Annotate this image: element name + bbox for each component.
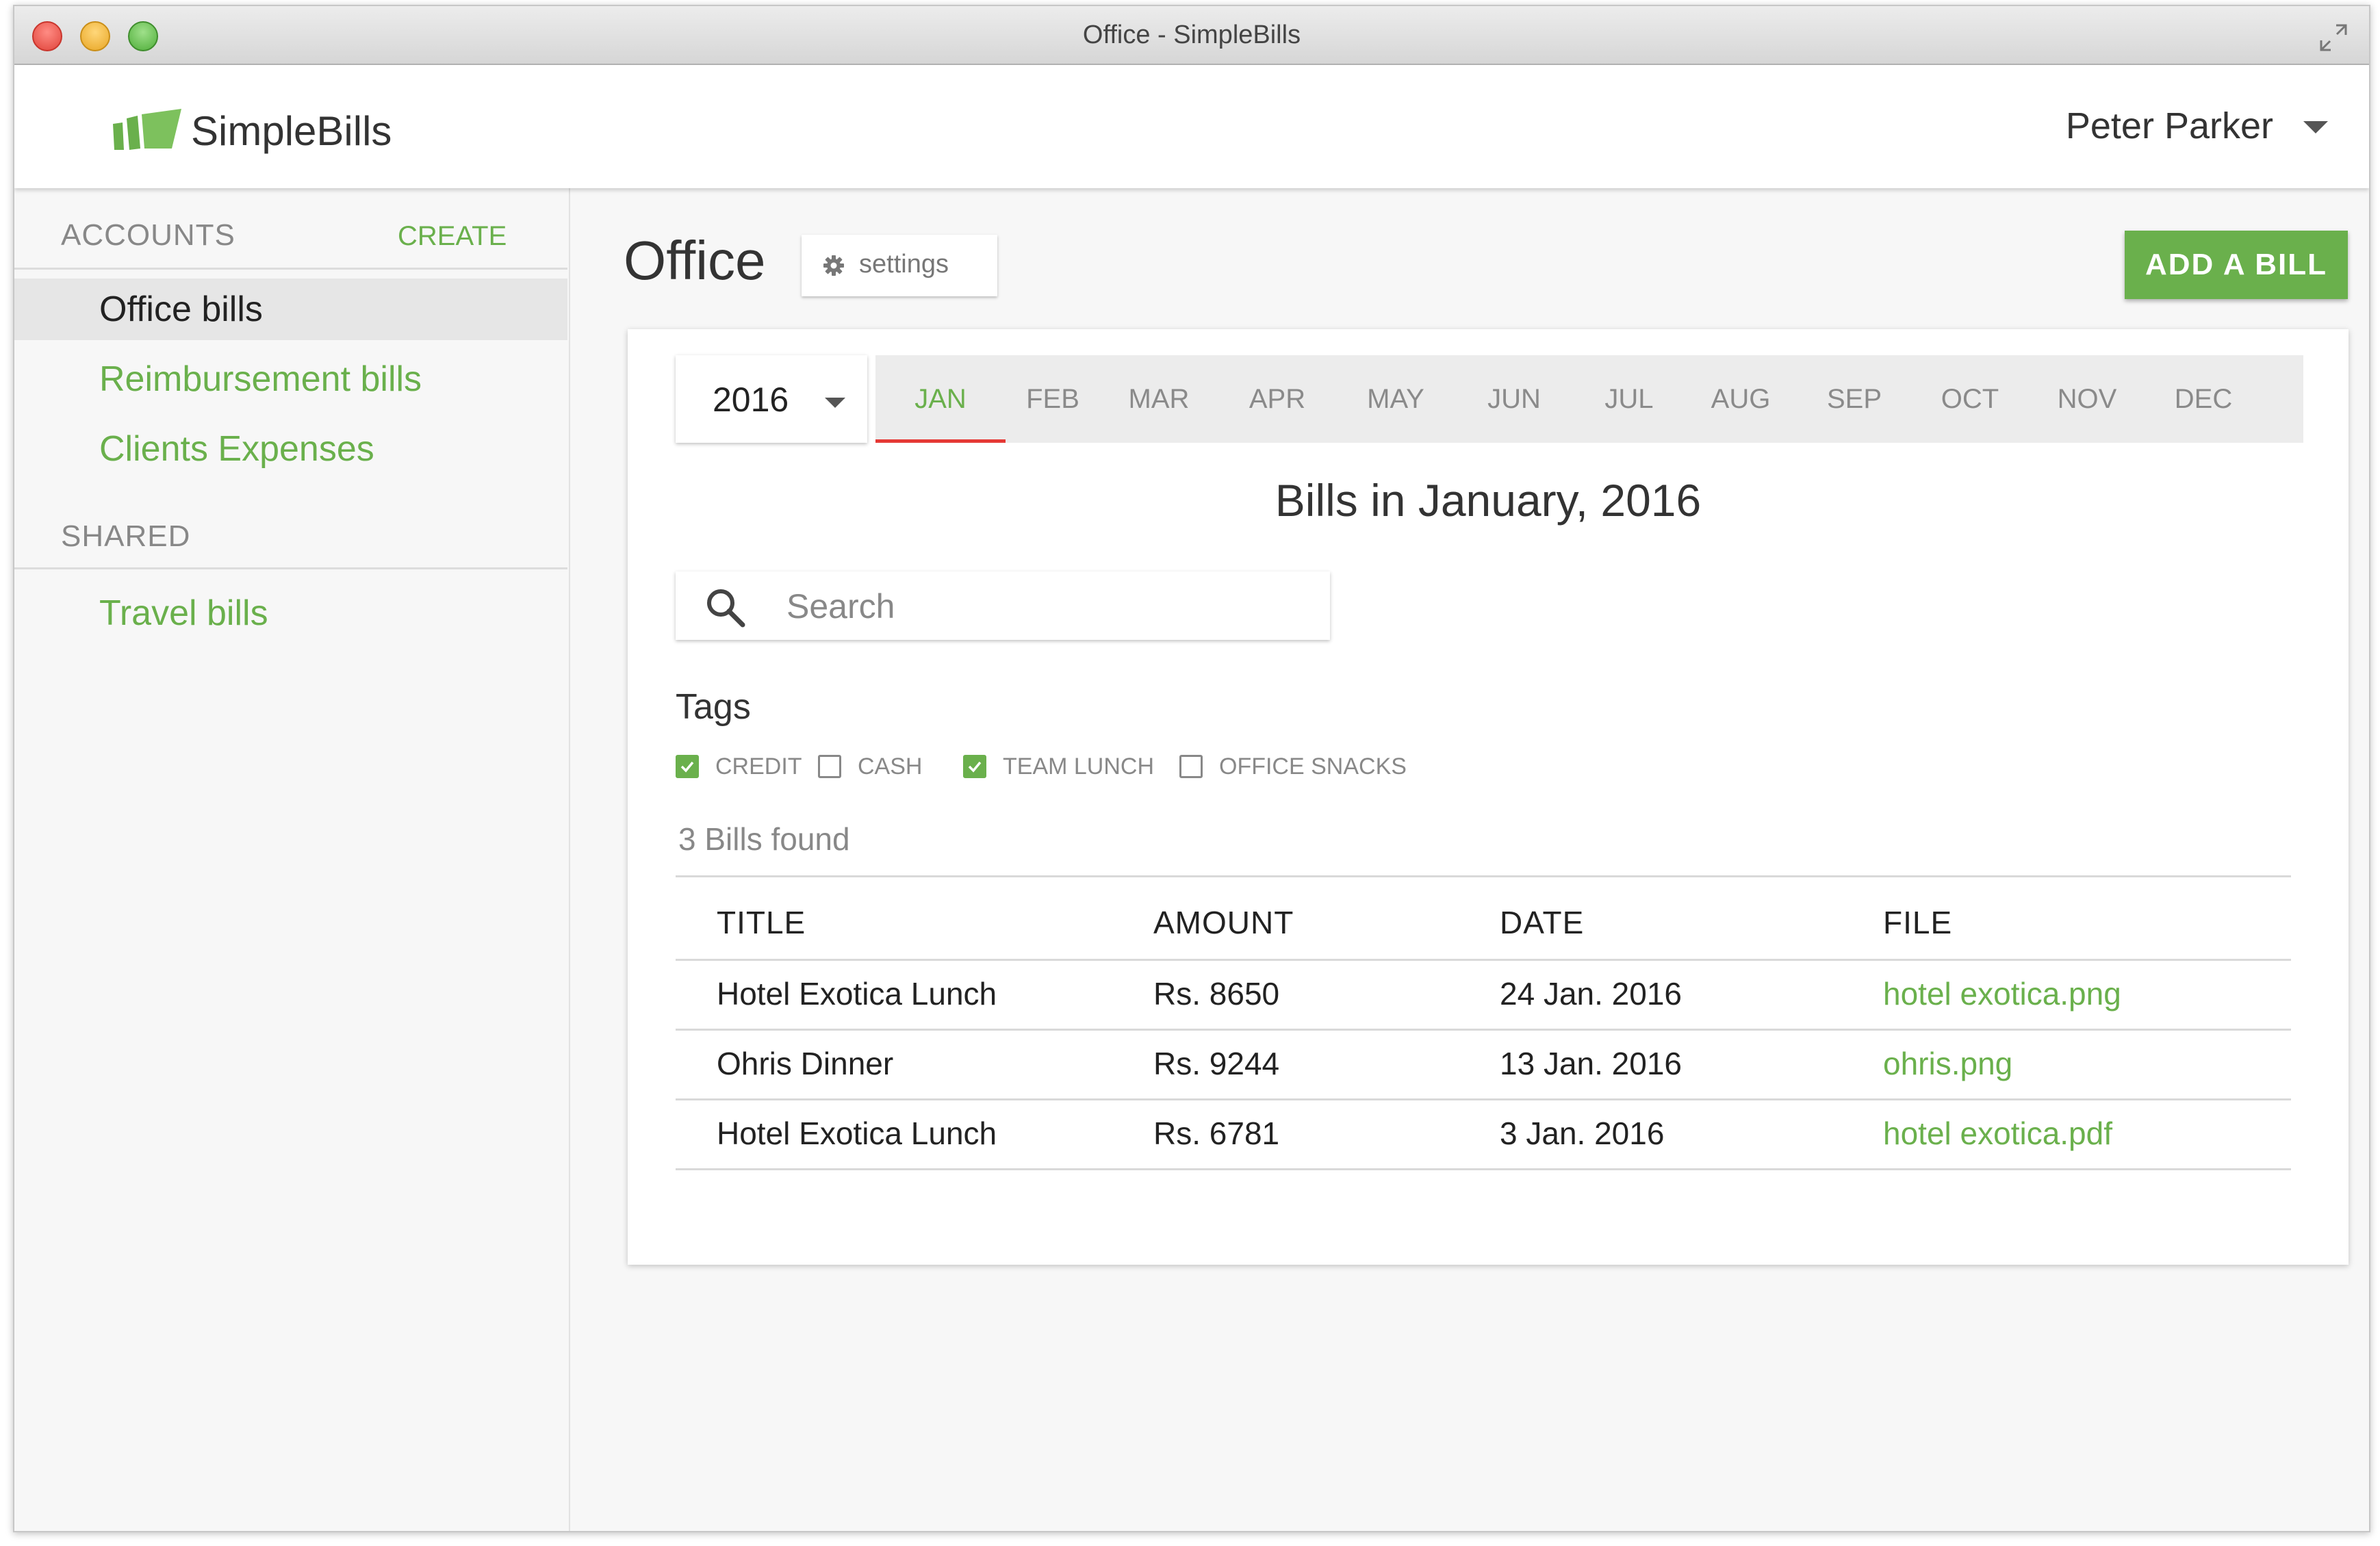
sidebar-item-office-bills[interactable]: Office bills [14, 279, 567, 340]
year-select[interactable]: 2016 [676, 355, 867, 443]
tag-label: OFFICE SNACKS [1219, 753, 1407, 780]
shared-heading: SHARED [61, 519, 191, 553]
cell-amount: Rs. 6781 [1153, 1116, 1280, 1151]
settings-label: settings [859, 250, 949, 279]
settings-button[interactable]: settings [802, 235, 997, 296]
divider [14, 268, 567, 270]
tab-dec[interactable]: DEC [2146, 355, 2261, 443]
column-header-date[interactable]: DATE [1500, 904, 1584, 941]
search-input[interactable] [785, 584, 1308, 629]
tab-may[interactable]: MAY [1337, 355, 1455, 443]
tab-feb[interactable]: FEB [1006, 355, 1100, 443]
create-account-link[interactable]: CREATE [398, 221, 507, 252]
results-count: 3 Bills found [678, 821, 850, 857]
tab-sep[interactable]: SEP [1797, 355, 1912, 443]
cell-amount: Rs. 8650 [1153, 976, 1280, 1012]
sidebar-item-reimbursement-bills[interactable]: Reimbursement bills [14, 348, 567, 410]
column-header-amount[interactable]: AMOUNT [1153, 904, 1294, 941]
gear-icon [823, 255, 844, 276]
tag-label: CREDIT [715, 753, 802, 780]
bills-card: 2016 JAN FEB MAR APR MAY JUN JUL AUG SEP… [628, 329, 2349, 1265]
tag-label: TEAM LUNCH [1003, 753, 1155, 780]
column-header-file[interactable]: FILE [1883, 904, 1952, 941]
fullscreen-icon[interactable] [2318, 23, 2349, 53]
simplebills-logo-icon [113, 109, 181, 150]
sidebar-item-travel-bills[interactable]: Travel bills [14, 582, 567, 644]
divider [676, 1168, 2291, 1170]
cell-date: 13 Jan. 2016 [1500, 1046, 1682, 1081]
tag-label: CASH [858, 753, 923, 780]
month-tabs: JAN FEB MAR APR MAY JUN JUL AUG SEP OCT … [875, 355, 2303, 443]
sidebar-item-label: Office bills [99, 289, 263, 329]
tab-aug[interactable]: AUG [1685, 355, 1797, 443]
cell-title: Ohris Dinner [717, 1046, 894, 1081]
sidebar-item-label: Reimbursement bills [99, 359, 422, 399]
tab-jun[interactable]: JUN [1455, 355, 1574, 443]
cell-title: Hotel Exotica Lunch [717, 1116, 997, 1151]
divider [676, 1098, 2291, 1100]
caret-down-icon[interactable] [2303, 121, 2328, 133]
file-link[interactable]: ohris.png [1883, 1045, 2012, 1082]
sidebar-item-label: Clients Expenses [99, 429, 374, 469]
cell-date: 3 Jan. 2016 [1500, 1116, 1665, 1151]
file-link[interactable]: hotel exotica.pdf [1883, 1115, 2112, 1152]
divider [676, 959, 2291, 961]
tab-jan[interactable]: JAN [875, 355, 1006, 443]
column-header-title[interactable]: TITLE [717, 904, 806, 941]
tab-jul[interactable]: JUL [1574, 355, 1685, 443]
active-tab-indicator [875, 439, 1006, 443]
sidebar-item-label: Travel bills [99, 593, 268, 633]
divider [14, 567, 567, 569]
sidebar: ACCOUNTS CREATE Office bills Reimburseme… [14, 188, 570, 1531]
bills-heading: Bills in January, 2016 [1275, 475, 1702, 526]
sidebar-item-clients-expenses[interactable]: Clients Expenses [14, 418, 567, 480]
divider [676, 1029, 2291, 1031]
divider [676, 875, 2291, 877]
cell-title: Hotel Exotica Lunch [717, 976, 997, 1012]
tab-oct[interactable]: OCT [1912, 355, 2028, 443]
checkbox-icon[interactable] [818, 755, 841, 778]
user-menu-name[interactable]: Peter Parker [2066, 105, 2273, 147]
cell-date: 24 Jan. 2016 [1500, 976, 1682, 1012]
file-link[interactable]: hotel exotica.png [1883, 975, 2121, 1012]
title-bar: Office - SimpleBills [14, 6, 2369, 65]
checkbox-icon[interactable] [1179, 755, 1203, 778]
add-bill-button[interactable]: ADD A BILL [2125, 231, 2348, 299]
app-window: Office - SimpleBills SimpleBills Peter P… [13, 5, 2370, 1532]
app-header: SimpleBills Peter Parker [14, 65, 2369, 188]
page-title: Office [624, 230, 766, 291]
cell-amount: Rs. 9244 [1153, 1046, 1280, 1081]
caret-down-icon [825, 398, 845, 408]
year-value: 2016 [713, 381, 789, 419]
search-box[interactable] [676, 571, 1330, 640]
tab-mar[interactable]: MAR [1100, 355, 1218, 443]
tags-title: Tags [676, 687, 751, 727]
tab-nov[interactable]: NOV [2028, 355, 2146, 443]
search-icon [707, 589, 745, 628]
tab-apr[interactable]: APR [1218, 355, 1337, 443]
accounts-heading: ACCOUNTS [61, 218, 235, 252]
window-title: Office - SimpleBills [1082, 21, 1301, 49]
checkbox-icon[interactable] [676, 755, 699, 778]
checkbox-icon[interactable] [963, 755, 986, 778]
brand-name[interactable]: SimpleBills [191, 107, 392, 155]
